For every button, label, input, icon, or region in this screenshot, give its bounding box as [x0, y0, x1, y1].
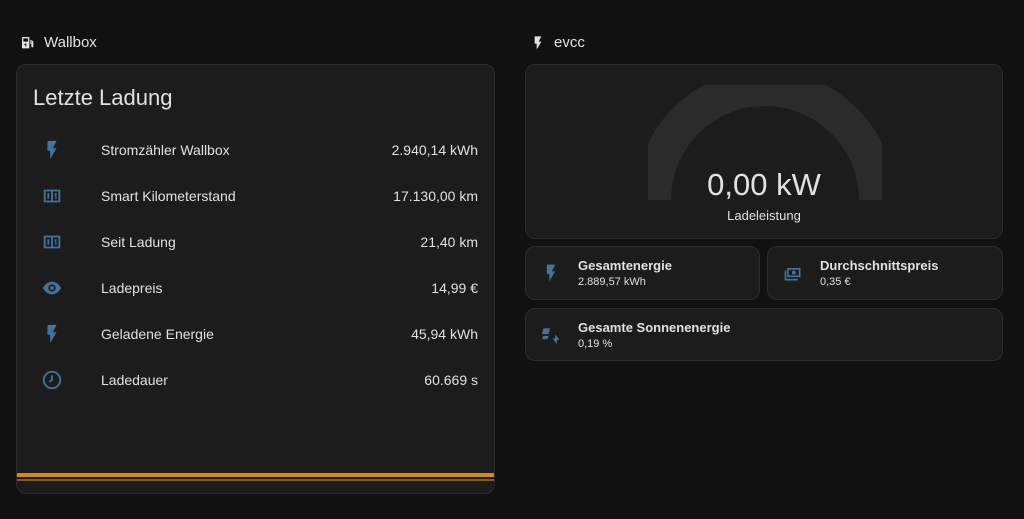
card-title: Letzte Ladung [33, 85, 173, 110]
tile-name: Durchschnittspreis [820, 258, 939, 273]
clock-icon [33, 368, 73, 392]
wallbox-entities-card: Letzte Ladung Stromzähler Wallbox 2.940,… [16, 64, 495, 494]
ev-station-icon [22, 36, 34, 48]
tile-state: 0,19 % [578, 337, 613, 350]
history-bar [17, 473, 494, 477]
gauge-label: Ladeleistung [727, 208, 801, 223]
flash-icon [33, 322, 73, 346]
entity-value: 60.669 s [424, 372, 478, 388]
solar-power-icon [538, 325, 564, 345]
tile-name: Gesamte Sonnenenergie [578, 319, 731, 335]
cash-icon [780, 263, 806, 283]
entity-row-ladepreis[interactable]: Ladepreis 14,99 € [33, 273, 478, 303]
tile-durchschnittspreis[interactable]: Durchschnittspreis 0,35 € [767, 246, 1003, 300]
entity-value: 14,99 € [431, 280, 478, 296]
tile-gesamtenergie[interactable]: Gesamtenergie 2.889,57 kWh [525, 246, 760, 300]
history-bar-shadow [17, 479, 494, 481]
entity-row-kilometerstand[interactable]: Smart Kilometerstand 17.130,00 km [33, 181, 478, 211]
section-title-wallbox: Wallbox [44, 34, 97, 51]
tile-name: Gesamtenergie [578, 258, 672, 273]
entity-value: 45,94 kWh [411, 326, 478, 342]
section-title-evcc: evcc [554, 34, 585, 51]
tile-gesamte-sonnenenergie[interactable]: Gesamte Sonnenenergie 0,19 % [525, 308, 1003, 361]
flash-icon [538, 263, 564, 283]
flash-icon [33, 138, 73, 162]
entity-name: Smart Kilometerstand [101, 188, 236, 204]
section-header-evcc: evcc [530, 34, 585, 51]
tile-state: 2.889,57 kWh [578, 276, 646, 288]
counter-icon [33, 230, 73, 254]
section-header-wallbox: Wallbox [20, 34, 97, 51]
entity-name: Ladedauer [101, 372, 168, 388]
gauge-value: 0,00 kW [707, 167, 821, 202]
tile-state: 0,35 € [820, 276, 851, 288]
entity-row-stromzaehler[interactable]: Stromzähler Wallbox 2.940,14 kWh [33, 135, 478, 165]
entity-value: 17.130,00 km [393, 188, 478, 204]
entity-name: Seit Ladung [101, 234, 176, 250]
entity-row-seit-ladung[interactable]: Seit Ladung 21,40 km [33, 227, 478, 257]
eye-icon [33, 276, 73, 300]
entity-value: 2.940,14 kWh [391, 142, 478, 158]
entity-row-geladene-energie[interactable]: Geladene Energie 45,94 kWh [33, 319, 478, 349]
entity-name: Ladepreis [101, 280, 163, 296]
ladeleistung-gauge-card[interactable]: 0,00 kW Ladeleistung [525, 64, 1003, 239]
flash-icon [534, 35, 542, 50]
entity-name: Stromzähler Wallbox [101, 142, 230, 158]
entity-value: 21,40 km [420, 234, 478, 250]
entity-name: Geladene Energie [101, 326, 214, 342]
entity-row-ladedauer[interactable]: Ladedauer 60.669 s [33, 365, 478, 395]
counter-icon [33, 184, 73, 208]
